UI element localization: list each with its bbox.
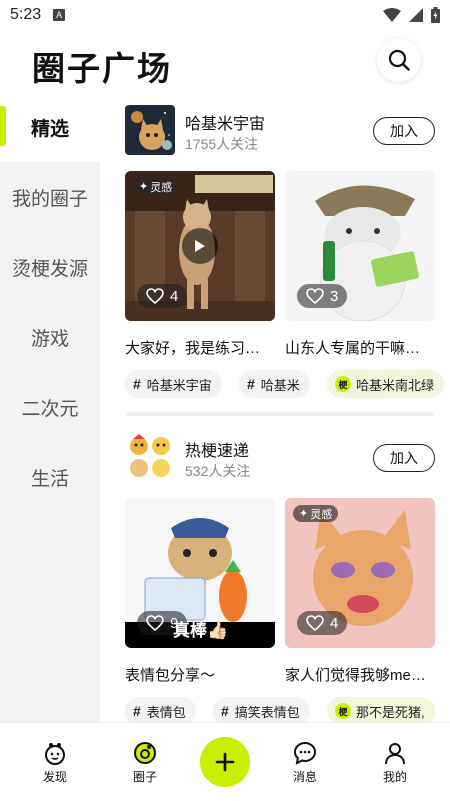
play-button[interactable] [182, 228, 218, 264]
tag-label: 那不是死猪, [356, 704, 425, 720]
topic-tag[interactable]: # 哈基米 [239, 370, 310, 398]
search-icon [388, 49, 410, 71]
hashtag-icon: # [247, 376, 255, 392]
sidebar-item-games[interactable]: 游戏 [0, 302, 100, 372]
circle-header: 哈基米宇宙 1755人关注 加入 [125, 105, 440, 157]
sidebar-item-label: 烫梗发源 [11, 258, 88, 280]
post-title[interactable]: 大家好，我是练习… [125, 337, 275, 358]
status-time: 5:23 [10, 6, 42, 23]
like-count: 3 [330, 287, 339, 305]
sidebar-item-featured[interactable]: 精选 [0, 92, 100, 162]
sidebar-item-label: 生活 [30, 468, 69, 490]
topic-tag[interactable]: # 表情包 [125, 697, 196, 722]
like-button[interactable]: 3 [297, 284, 348, 308]
circles-icon [134, 742, 156, 764]
circle-followers: 1755人关注 [185, 136, 259, 152]
hashtag-icon: # [133, 703, 141, 719]
circle-avatar[interactable] [125, 432, 175, 482]
post-card[interactable]: 9 真棒👍🏻 [125, 498, 275, 648]
hashtag-icon: # [221, 703, 229, 719]
sparkle-icon: ✦ [299, 508, 309, 520]
meme-tag[interactable]: 梗 那不是死猪, [327, 697, 435, 722]
wifi-icon [383, 8, 401, 22]
badge-label: 灵感 [150, 181, 173, 194]
circle-feed: 哈基米宇宙 1755人关注 加入 ✦ 灵感 4 3 大家好，我是练习… 山东人专… [100, 92, 450, 722]
section-divider [125, 412, 435, 416]
play-icon [195, 240, 205, 252]
nav-circles[interactable]: 圈子 [100, 723, 190, 801]
battery-icon [431, 7, 440, 23]
image-caption: 真棒👍🏻 [173, 621, 229, 640]
nav-label: 我的 [382, 770, 407, 784]
sidebar-item-label: 精选 [30, 118, 69, 140]
badge-label: 灵感 [310, 508, 333, 521]
nav-label: 圈子 [132, 770, 157, 784]
sidebar-item-my-circles[interactable]: 我的圈子 [0, 162, 100, 232]
topic-tag[interactable]: # 哈基米宇宙 [125, 370, 222, 398]
sidebar-item-life[interactable]: 生活 [0, 442, 100, 512]
nav-label: 消息 [292, 770, 317, 784]
category-sidebar: 精选 我的圈子 烫梗发源 游戏 二次元 生活 [0, 92, 100, 722]
message-icon [293, 741, 317, 765]
nav-label: 发现 [42, 770, 67, 784]
like-count: 4 [330, 614, 339, 632]
tag-label: 哈基米南北绿 [356, 377, 435, 393]
heart-icon [306, 288, 324, 304]
profile-icon [385, 743, 405, 765]
tag-label: 哈基米 [260, 377, 300, 393]
tag-row: # 表情包 # 搞笑表情包 梗 那不是死猪, [125, 697, 450, 722]
discover-icon [45, 743, 65, 765]
post-title[interactable]: 山东人专属的干嘛… [285, 337, 435, 358]
join-button[interactable]: 加入 [373, 117, 435, 145]
active-indicator [0, 106, 6, 146]
post-card[interactable]: ✦ 灵感 4 [125, 171, 275, 321]
plus-icon [215, 752, 235, 772]
meme-icon: 梗 [335, 376, 351, 392]
tag-label: 哈基米宇宙 [146, 377, 212, 393]
sidebar-item-label: 游戏 [30, 328, 69, 350]
status-bar: 5:23 A [0, 0, 450, 30]
nav-discover[interactable]: 发现 [10, 723, 100, 801]
topic-tag[interactable]: # 搞笑表情包 [213, 697, 310, 722]
tag-label: 表情包 [146, 704, 186, 720]
post-title[interactable]: 家人们觉得我够me… [285, 664, 435, 685]
heart-icon [146, 615, 164, 631]
inspiration-badge: ✦ 灵感 [133, 178, 179, 195]
sidebar-item-label: 我的圈子 [11, 188, 88, 210]
circle-followers: 532人关注 [185, 463, 251, 479]
circle-avatar[interactable] [125, 105, 175, 155]
post-title[interactable]: 表情包分享～ [125, 664, 275, 685]
bottom-navigation: 发现 圈子 消息 我的 [0, 722, 450, 801]
tag-row: # 哈基米宇宙 # 哈基米 梗 哈基米南北绿 [125, 370, 450, 398]
meme-tag[interactable]: 梗 哈基米南北绿 [327, 370, 445, 398]
notification-a-icon: A [53, 9, 66, 21]
circle-name[interactable]: 哈基米宇宙 [185, 110, 265, 134]
sidebar-item-label: 二次元 [21, 398, 79, 420]
header: 圈子广场 [0, 30, 450, 92]
heart-icon [306, 615, 324, 631]
sparkle-icon: ✦ [139, 181, 149, 193]
nav-messages[interactable]: 消息 [260, 723, 350, 801]
meme-icon: 梗 [335, 703, 351, 719]
tag-label: 搞笑表情包 [234, 704, 300, 720]
heart-icon [146, 288, 164, 304]
nav-profile[interactable]: 我的 [350, 723, 440, 801]
circle-name[interactable]: 热梗速递 [185, 437, 249, 461]
status-icons [383, 7, 440, 23]
page-title: 圈子广场 [32, 50, 172, 87]
like-count: 4 [170, 287, 179, 305]
signal-icon [409, 8, 423, 22]
join-button[interactable]: 加入 [373, 444, 435, 472]
post-card[interactable]: ✦ 灵感 4 [285, 498, 435, 648]
sidebar-item-meme-origin[interactable]: 烫梗发源 [0, 232, 100, 302]
circle-header: 热梗速递 532人关注 加入 [125, 432, 440, 484]
create-post-button[interactable] [200, 737, 250, 787]
like-button[interactable]: 4 [297, 611, 348, 635]
hashtag-icon: # [133, 376, 141, 392]
like-button[interactable]: 4 [137, 284, 188, 308]
post-card[interactable]: 3 [285, 171, 435, 321]
inspiration-badge: ✦ 灵感 [293, 505, 339, 522]
search-button[interactable] [377, 38, 421, 82]
sidebar-item-anime[interactable]: 二次元 [0, 372, 100, 442]
